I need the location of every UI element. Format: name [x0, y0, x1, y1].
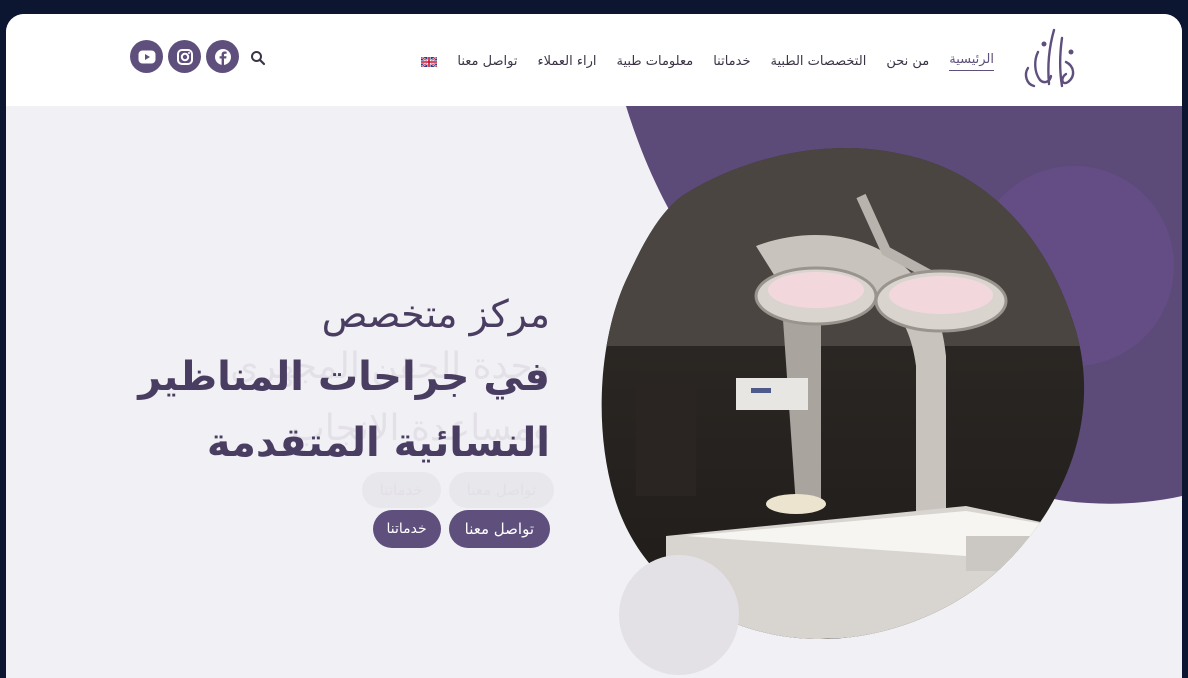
hero-heading-line1: مركز متخصص	[321, 292, 550, 336]
hero-visual	[601, 106, 1182, 675]
hero-heading: مركز متخصص في جراحات المناظير النسائية ا…	[138, 284, 550, 476]
contact-us-button[interactable]: تواصل معنا	[448, 510, 550, 548]
menu-item-contact[interactable]: تواصل معنا	[457, 54, 517, 69]
youtube-button[interactable]	[130, 40, 163, 73]
uk-flag-icon[interactable]	[421, 56, 438, 67]
browser-window: الرئيسية من نحن التخصصات الطبية خدماتنا …	[6, 14, 1182, 678]
menu-item-specialties[interactable]: التخصصات الطبية	[770, 54, 866, 69]
hero-heading-line3: النسائية المتقدمة	[206, 420, 550, 466]
header-navbar: الرئيسية من نحن التخصصات الطبية خدماتنا …	[6, 14, 1182, 106]
facebook-icon	[214, 48, 231, 65]
our-services-button[interactable]: خدماتنا	[372, 510, 441, 548]
social-links	[130, 40, 239, 73]
facebook-button[interactable]	[206, 40, 239, 73]
menu-item-services[interactable]: خدماتنا	[713, 54, 750, 69]
main-menu: الرئيسية من نحن التخصصات الطبية خدماتنا …	[421, 52, 994, 71]
clinic-logo[interactable]	[1014, 22, 1082, 94]
menu-item-home[interactable]: الرئيسية	[949, 52, 994, 71]
faded-buttons: تواصل معنا خدماتنا	[361, 472, 554, 508]
menu-item-medical-info[interactable]: معلومات طبية	[616, 54, 693, 69]
faded-contact-button: تواصل معنا	[448, 472, 554, 508]
youtube-icon	[138, 50, 155, 63]
menu-item-about[interactable]: من نحن	[886, 54, 929, 69]
hero-actions: تواصل معنا خدماتنا	[372, 510, 550, 548]
hero-heading-line2: في جراحات المناظير	[138, 354, 550, 400]
faded-services-button: خدماتنا	[361, 472, 441, 508]
instagram-button[interactable]	[168, 40, 201, 73]
search-icon[interactable]	[250, 50, 266, 66]
menu-item-testimonials[interactable]: اراء العملاء	[537, 54, 596, 69]
decorative-circle-gray	[619, 555, 739, 675]
instagram-icon	[176, 48, 193, 65]
